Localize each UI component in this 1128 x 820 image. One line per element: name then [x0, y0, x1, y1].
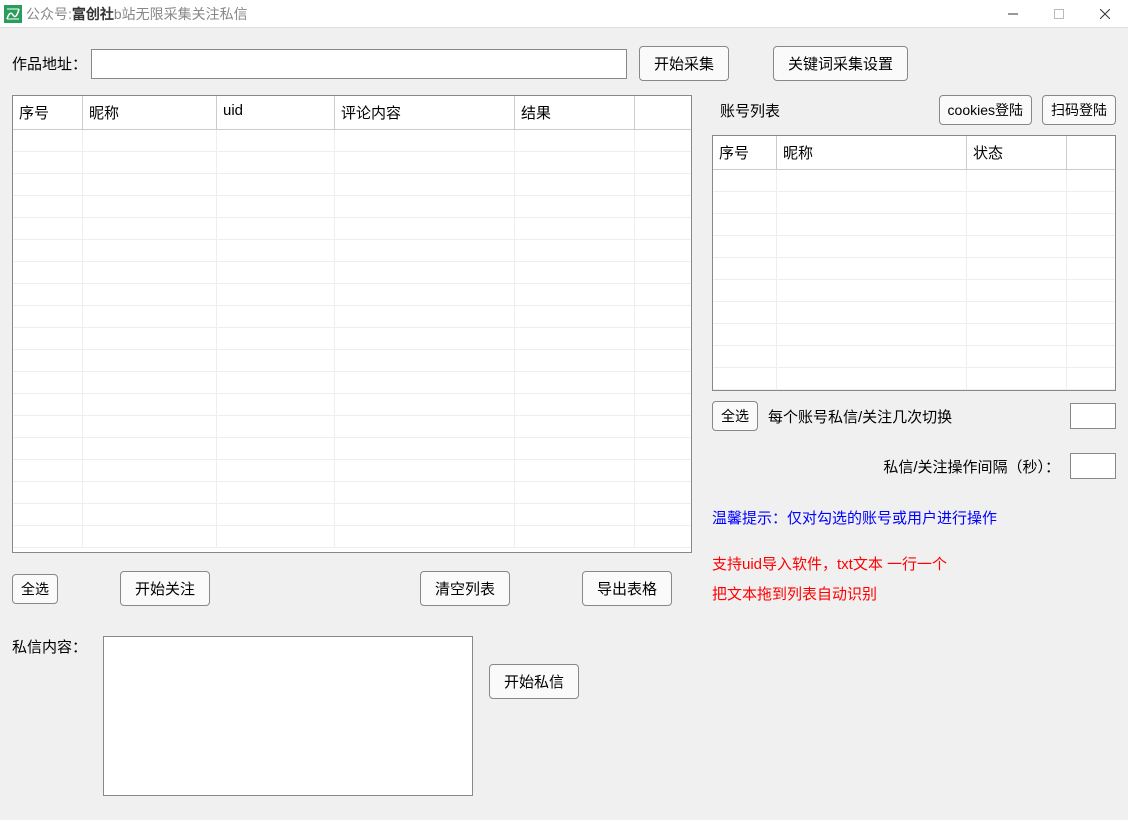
table-row	[13, 482, 691, 504]
hint-red-line-2: 把文本拖到列表自动识别	[712, 580, 1116, 610]
close-button[interactable]	[1082, 0, 1128, 28]
accounts-grid-header: 序号 昵称 状态	[713, 136, 1115, 170]
window-controls	[990, 0, 1128, 28]
table-row	[13, 328, 691, 350]
col-extra	[635, 96, 691, 130]
table-row	[13, 196, 691, 218]
table-row	[13, 504, 691, 526]
right-select-all-button[interactable]: 全选	[712, 401, 758, 431]
export-table-button[interactable]: 导出表格	[582, 571, 672, 606]
accounts-grid[interactable]: 序号 昵称 状态	[712, 135, 1116, 391]
table-row	[713, 236, 1115, 258]
keyword-settings-button[interactable]: 关键词采集设置	[773, 46, 908, 81]
table-row	[13, 306, 691, 328]
table-row	[713, 258, 1115, 280]
hint-blue: 温馨提示：仅对勾选的账号或用户进行操作	[712, 507, 1116, 528]
table-row	[13, 416, 691, 438]
minimize-button[interactable]	[990, 0, 1036, 28]
acct-col-index: 序号	[713, 136, 777, 170]
switch-count-input[interactable]	[1070, 403, 1116, 429]
table-row	[13, 174, 691, 196]
table-row	[13, 152, 691, 174]
table-row	[13, 218, 691, 240]
cookies-login-button[interactable]: cookies登陆	[939, 95, 1032, 125]
message-label: 私信内容：	[12, 636, 87, 657]
start-dm-button[interactable]: 开始私信	[489, 664, 579, 699]
hint-red-line-1: 支持uid导入软件，txt文本 一行一个	[712, 550, 1116, 580]
table-row	[13, 240, 691, 262]
table-row	[13, 394, 691, 416]
table-row	[713, 280, 1115, 302]
comments-grid[interactable]: 序号 昵称 uid 评论内容 结果	[12, 95, 692, 553]
interval-label: 私信/关注操作间隔（秒）：	[883, 456, 1060, 477]
comments-grid-header: 序号 昵称 uid 评论内容 结果	[13, 96, 691, 130]
table-row	[713, 346, 1115, 368]
col-nickname: 昵称	[83, 96, 217, 130]
table-row	[713, 214, 1115, 236]
title-prefix: 公众号:	[26, 4, 72, 24]
table-row	[13, 438, 691, 460]
acct-col-nickname: 昵称	[777, 136, 967, 170]
address-input[interactable]	[91, 49, 627, 79]
table-row	[713, 368, 1115, 390]
clear-list-button[interactable]: 清空列表	[420, 571, 510, 606]
table-row	[13, 460, 691, 482]
start-collect-button[interactable]: 开始采集	[639, 46, 729, 81]
address-label: 作品地址：	[12, 53, 87, 74]
col-result: 结果	[515, 96, 635, 130]
start-follow-button[interactable]: 开始关注	[120, 571, 210, 606]
app-icon	[4, 5, 22, 23]
title-bold: 富创社	[72, 4, 114, 24]
table-row	[13, 262, 691, 284]
table-row	[713, 324, 1115, 346]
table-row	[13, 284, 691, 306]
title-rest: b站无限采集关注私信	[114, 4, 248, 24]
table-row	[13, 130, 691, 152]
acct-col-extra	[1067, 136, 1115, 170]
hint-red: 支持uid导入软件，txt文本 一行一个 把文本拖到列表自动识别	[712, 550, 1116, 610]
message-textarea[interactable]	[103, 636, 473, 796]
comments-grid-body	[13, 130, 691, 553]
table-row	[13, 350, 691, 372]
col-index: 序号	[13, 96, 83, 130]
scan-login-button[interactable]: 扫码登陆	[1042, 95, 1116, 125]
left-select-all-button[interactable]: 全选	[12, 574, 58, 604]
switch-count-label: 每个账号私信/关注几次切换	[768, 406, 1060, 427]
acct-col-status: 状态	[967, 136, 1067, 170]
table-row	[13, 526, 691, 548]
table-row	[713, 192, 1115, 214]
interval-input[interactable]	[1070, 453, 1116, 479]
table-row	[713, 302, 1115, 324]
col-uid: uid	[217, 96, 335, 130]
account-list-label: 账号列表	[712, 100, 780, 121]
titlebar: 公众号: 富创社 b站无限采集关注私信	[0, 0, 1128, 28]
table-row	[713, 170, 1115, 192]
table-row	[13, 372, 691, 394]
maximize-button[interactable]	[1036, 0, 1082, 28]
col-content: 评论内容	[335, 96, 515, 130]
accounts-grid-body	[713, 170, 1115, 391]
